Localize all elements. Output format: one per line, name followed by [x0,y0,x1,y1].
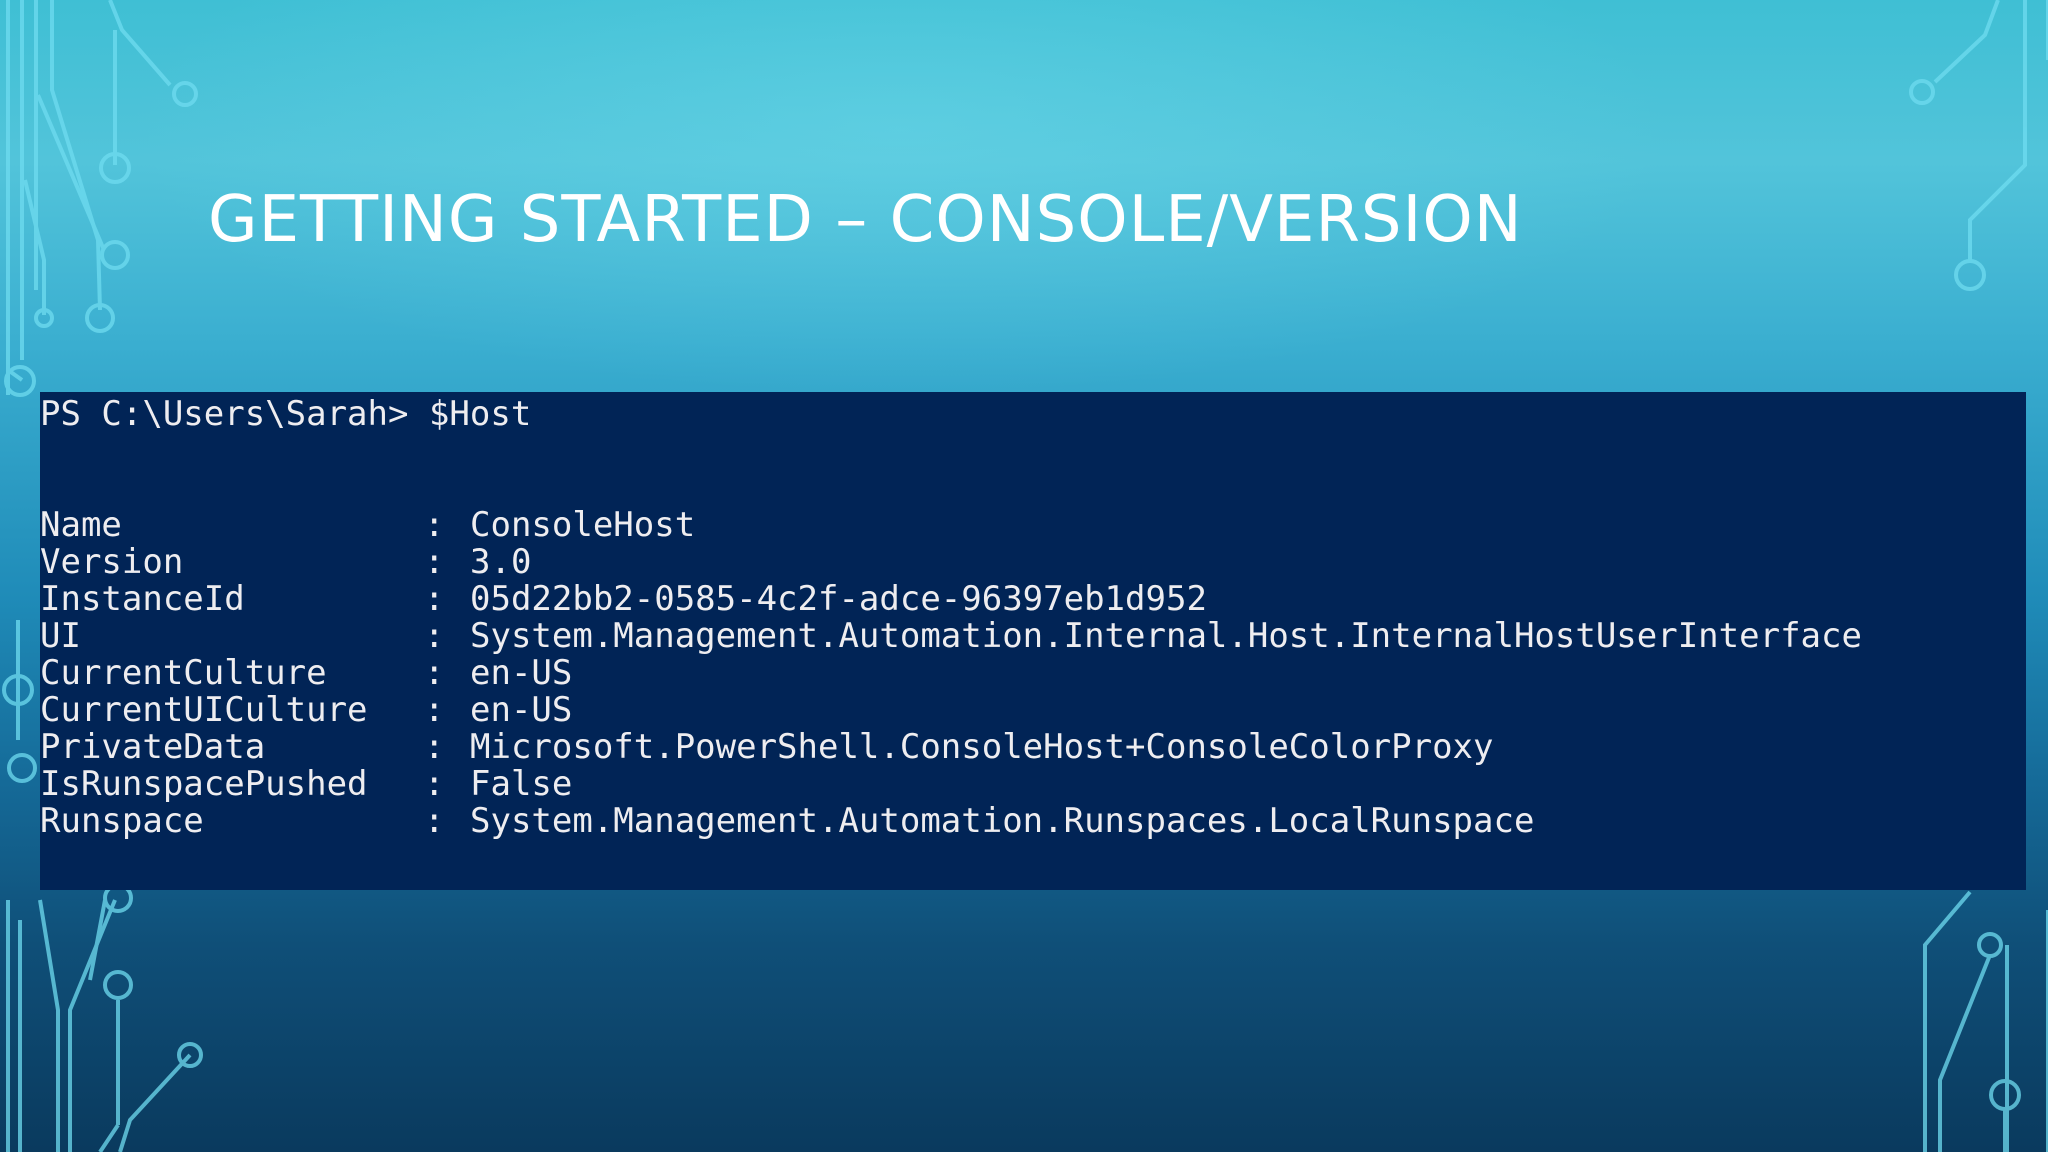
property-value: 3.0 [470,542,532,582]
property-row: PrivateData: Microsoft.PowerShell.Console… [40,729,2026,766]
property-name: PrivateData [40,727,266,767]
property-separator: : [424,542,445,582]
property-row: Version:3.0 [40,544,2026,581]
host-properties-list: Name: ConsoleHost Version:3.0 InstanceId:05… [40,507,2026,840]
property-name: Name [40,505,122,545]
property-name: Version [40,542,184,582]
property-name: CurrentCulture [40,653,327,693]
property-value: ConsoleHost [470,505,696,545]
property-separator: : [424,764,445,804]
property-row: InstanceId:05d22bb2-0585-4c2f-adce-96397… [40,581,2026,618]
property-row: Runspace: System.Management.Automation.Ru… [40,803,2026,840]
property-separator: : [424,616,445,656]
property-separator: : [424,653,445,693]
property-separator: : [424,690,445,730]
property-value: Microsoft.PowerShell.ConsoleHost+Console… [470,727,1494,767]
property-name: CurrentUICulture [40,690,368,730]
property-row: Name: ConsoleHost [40,507,2026,544]
property-row: UI: System.Management.Automation.Internal… [40,618,2026,655]
prompt-line: PS C:\Users\Sarah> $Host [40,396,2026,433]
property-row: IsRunspacePushed: False [40,766,2026,803]
property-value: 05d22bb2-0585-4c2f-adce-96397eb1d952 [470,579,1207,619]
property-separator: : [424,727,445,767]
property-value: en-US [470,653,573,693]
property-name: UI [40,616,81,656]
property-separator: : [424,505,445,545]
slide-title: GETTING STARTED – CONSOLE/VERSION [208,183,1523,257]
property-name: Runspace [40,801,204,841]
property-value: False [470,764,573,804]
property-row: CurrentCulture: en-US [40,655,2026,692]
property-separator: : [424,579,445,619]
property-name: InstanceId [40,579,245,619]
property-row: CurrentUICulture: en-US [40,692,2026,729]
property-separator: : [424,801,445,841]
property-value: System.Management.Automation.Runspaces.L… [470,801,1535,841]
property-value: en-US [470,690,573,730]
command-text: $Host [428,394,532,434]
powershell-console[interactable]: PS C:\Users\Sarah> $Host Name: ConsoleHos… [40,392,2026,890]
property-value: System.Management.Automation.Internal.Ho… [470,616,1862,656]
property-name: IsRunspacePushed [40,764,368,804]
blank-output-lines [40,433,2026,507]
prompt-text: PS C:\Users\Sarah> [40,394,409,434]
